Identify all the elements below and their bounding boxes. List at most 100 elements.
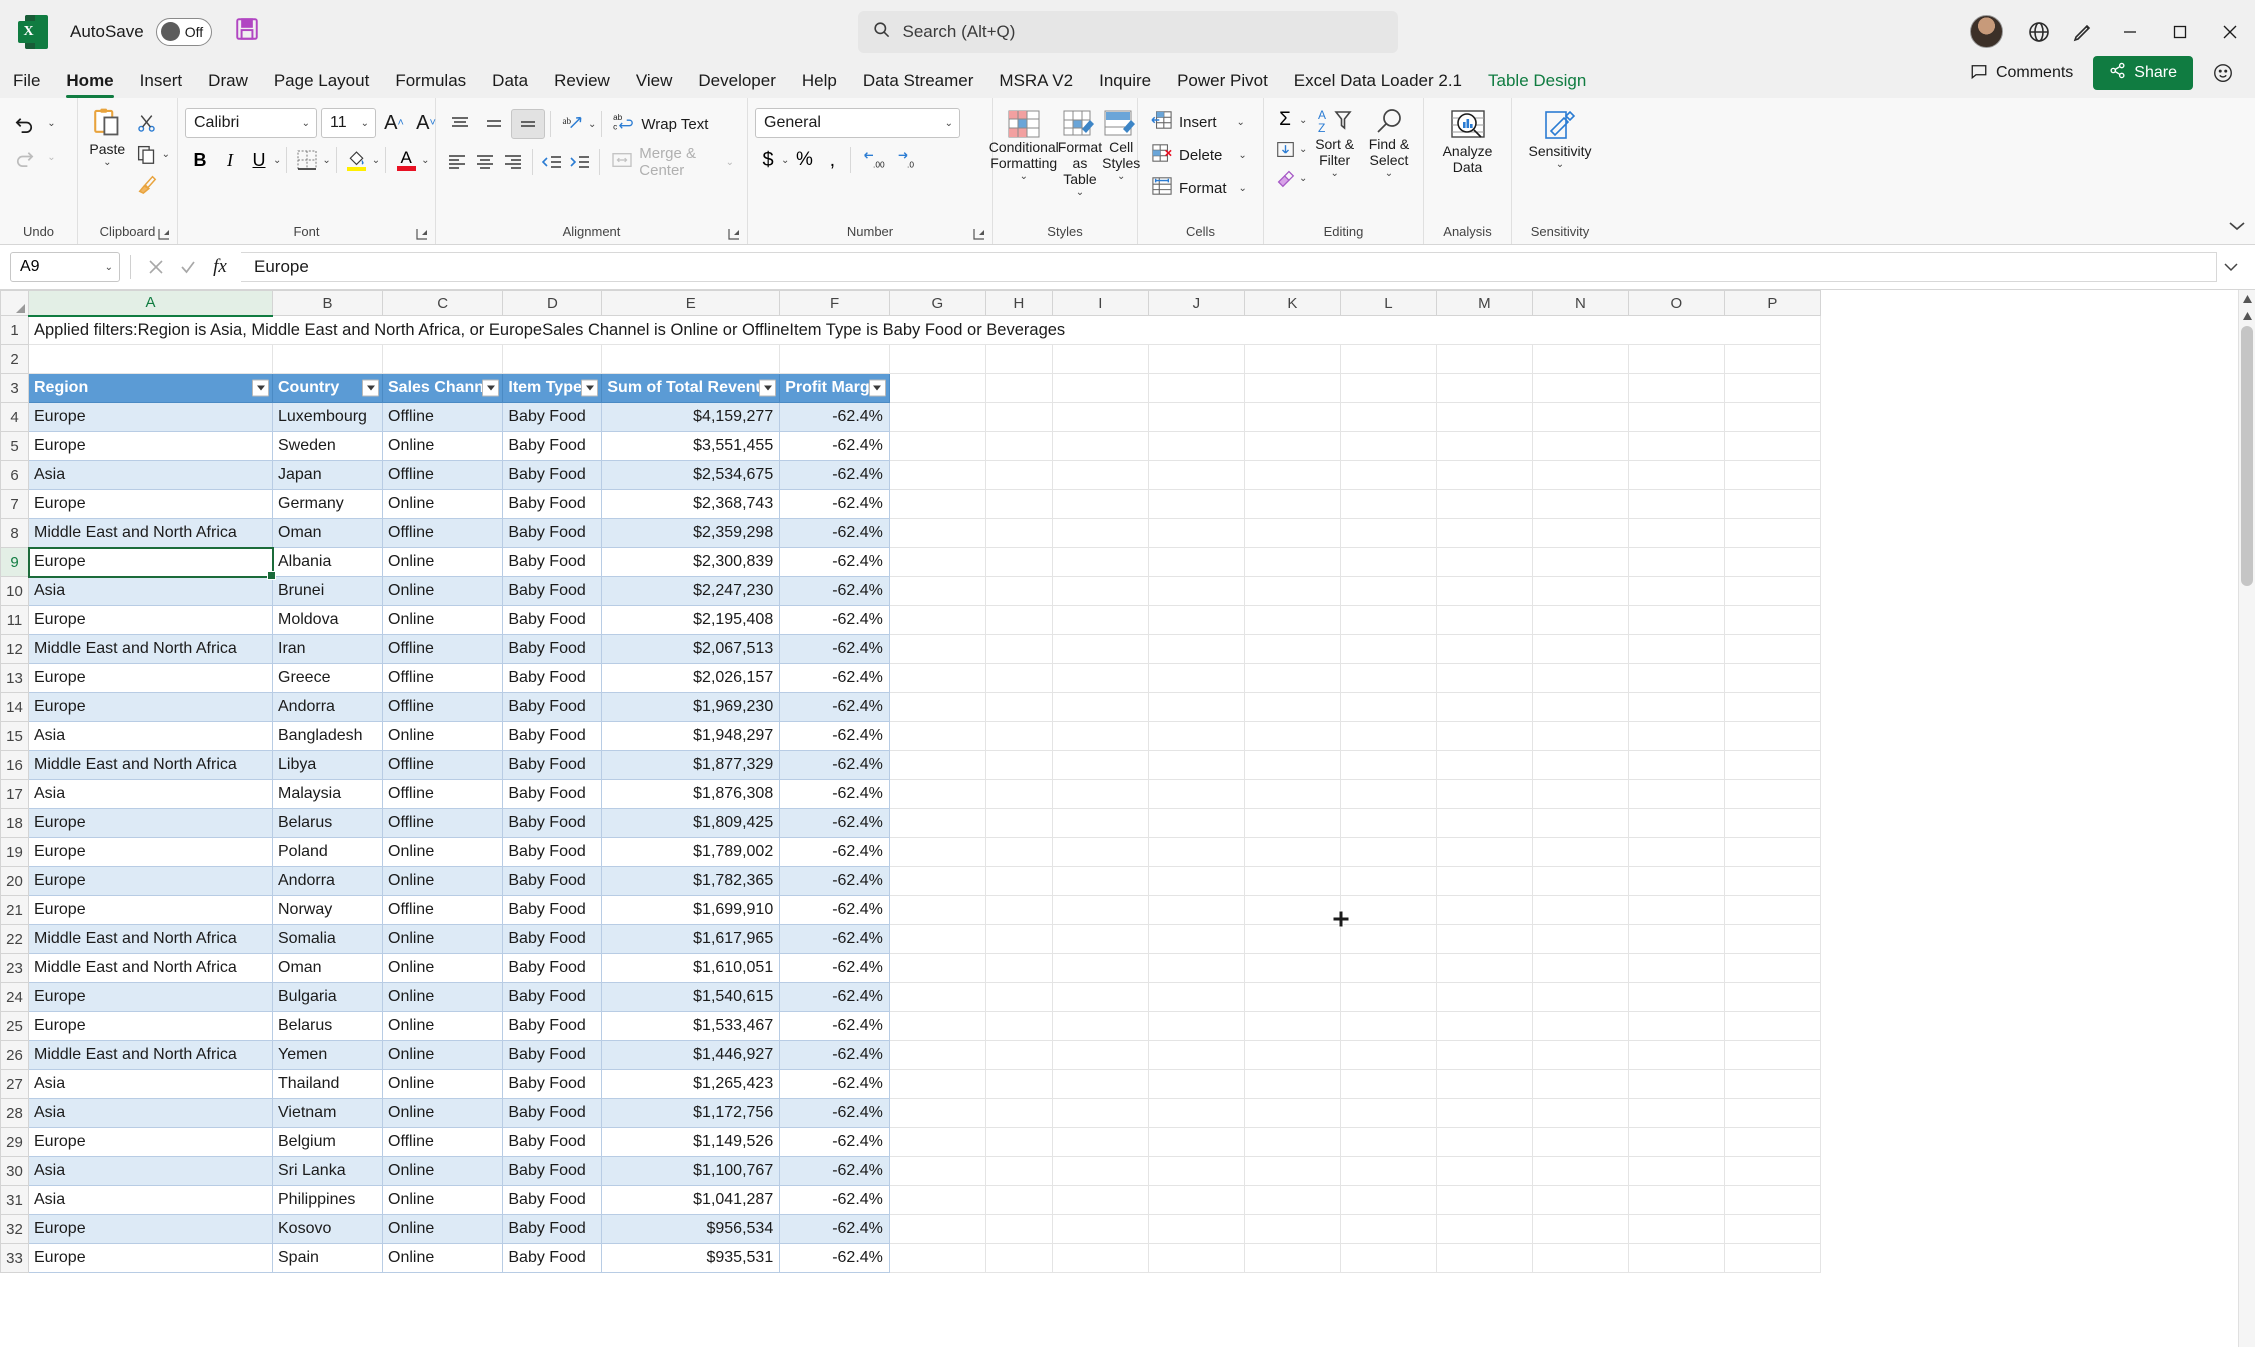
column-header-I[interactable]: I [1051,290,1149,316]
cell-A18[interactable]: Europe [28,808,273,838]
cell-empty[interactable] [984,1069,1053,1099]
cell-empty[interactable] [1339,750,1437,780]
cell-empty[interactable] [1723,1011,1821,1041]
cell-empty[interactable] [1435,634,1533,664]
cell-empty[interactable] [1723,1156,1821,1186]
cell-B30[interactable]: Sri Lanka [272,1156,383,1186]
tab-home[interactable]: Home [53,71,126,98]
cell-D9[interactable]: Baby Food [502,547,603,577]
filter-dropdown-icon[interactable] [868,379,886,397]
cell-empty[interactable] [1531,634,1629,664]
cell-empty[interactable] [1339,431,1437,461]
cell-empty[interactable] [1339,1214,1437,1244]
cell-empty[interactable] [984,605,1053,635]
cell-empty[interactable] [1435,489,1533,519]
cell-B21[interactable]: Norway [272,895,383,925]
row-header-30[interactable]: 30 [0,1156,29,1186]
cell-B17[interactable]: Malaysia [272,779,383,809]
font-color-button[interactable]: A [391,145,421,175]
cell-B13[interactable]: Greece [272,663,383,693]
fill-button[interactable] [1271,135,1299,163]
row-header-11[interactable]: 11 [0,605,29,635]
cell-C8[interactable]: Offline [381,518,504,548]
cell-empty[interactable] [1147,837,1245,867]
cell-D14[interactable]: Baby Food [502,692,603,722]
cell-empty[interactable] [888,605,986,635]
cell-empty[interactable] [1339,808,1437,838]
row-header-23[interactable]: 23 [0,953,29,983]
sort-filter-button[interactable]: A Z Sort & Filter ⌄ [1309,106,1360,180]
cell-empty[interactable] [1339,692,1437,722]
cell-empty[interactable] [1147,692,1245,722]
cell-empty[interactable] [1723,982,1821,1012]
cell-empty[interactable] [1147,953,1245,983]
cell-empty[interactable] [888,402,986,432]
fill-color-button[interactable] [342,145,372,175]
cell-empty[interactable] [1243,1040,1341,1070]
comma-format-button[interactable]: , [819,145,845,175]
cell-empty[interactable] [1723,895,1821,925]
cell-F17[interactable]: -62.4% [779,779,890,809]
cell-empty[interactable] [888,460,986,490]
row-header-22[interactable]: 22 [0,924,29,954]
cell-empty[interactable] [984,1127,1053,1157]
cell-empty[interactable] [1723,1127,1821,1157]
cell-empty[interactable] [1435,1156,1533,1186]
cell-empty[interactable] [1147,576,1245,606]
cell-empty[interactable] [1243,431,1341,461]
cell-empty[interactable] [1147,1040,1245,1070]
cell-empty[interactable] [984,779,1053,809]
cell-empty[interactable] [888,1069,986,1099]
cell-empty[interactable] [1051,634,1149,664]
cell-empty[interactable] [1147,866,1245,896]
row-header-24[interactable]: 24 [0,982,29,1012]
table-header-sales-channel[interactable]: Sales Channel [381,373,504,403]
row-header-17[interactable]: 17 [0,779,29,809]
cell-empty[interactable] [1531,1243,1629,1273]
tab-page-layout[interactable]: Page Layout [261,71,382,98]
cell-empty[interactable] [1243,750,1341,780]
cell-empty[interactable] [984,1098,1053,1128]
cell-D6[interactable]: Baby Food [502,460,603,490]
cell-A23[interactable]: Middle East and North Africa [28,953,273,983]
conditional-formatting-chevron[interactable]: ⌄ [1020,171,1028,183]
cell-F23[interactable]: -62.4% [779,953,890,983]
conditional-formatting-button[interactable]: Conditional Formatting ⌄ [989,107,1059,183]
cell-empty[interactable] [1723,837,1821,867]
cell-empty[interactable] [1723,953,1821,983]
cell-empty[interactable] [1627,1011,1725,1041]
scroll-up-arrow[interactable] [2239,290,2255,307]
cell-empty[interactable] [888,547,986,577]
cell-empty[interactable] [1435,953,1533,983]
cell-B15[interactable]: Bangladesh [272,721,383,751]
tab-draw[interactable]: Draw [195,71,261,98]
cell-E23[interactable]: $1,610,051 [601,953,781,983]
cell-empty[interactable] [1243,663,1341,693]
sensitivity-chevron[interactable]: ⌄ [1556,159,1564,171]
cell-empty[interactable] [1051,924,1149,954]
tab-file[interactable]: File [0,71,53,98]
cell-empty[interactable] [1627,373,1725,403]
cell-empty[interactable] [1147,1127,1245,1157]
cell-empty[interactable] [1147,460,1245,490]
cell-F12[interactable]: -62.4% [779,634,890,664]
cell-C6[interactable]: Offline [381,460,504,490]
cell-D15[interactable]: Baby Food [502,721,603,751]
cell-empty[interactable] [1243,721,1341,751]
cell-A29[interactable]: Europe [28,1127,273,1157]
cell-empty[interactable] [1051,1040,1149,1070]
cell-empty[interactable] [1435,837,1533,867]
column-header-C[interactable]: C [381,290,504,316]
autosave-toggle[interactable]: Off [155,17,212,46]
cell-empty[interactable] [984,750,1053,780]
cell-B33[interactable]: Spain [272,1243,383,1273]
cell-E32[interactable]: $956,534 [601,1214,781,1244]
cell-empty[interactable] [1243,779,1341,809]
cell-A30[interactable]: Asia [28,1156,273,1186]
cell-empty[interactable] [1627,1127,1725,1157]
expand-formula-bar-button[interactable] [2217,261,2245,273]
cell-E10[interactable]: $2,247,230 [601,576,781,606]
cell-empty[interactable] [984,692,1053,722]
cell-empty[interactable] [1723,460,1821,490]
cell-empty[interactable] [984,982,1053,1012]
